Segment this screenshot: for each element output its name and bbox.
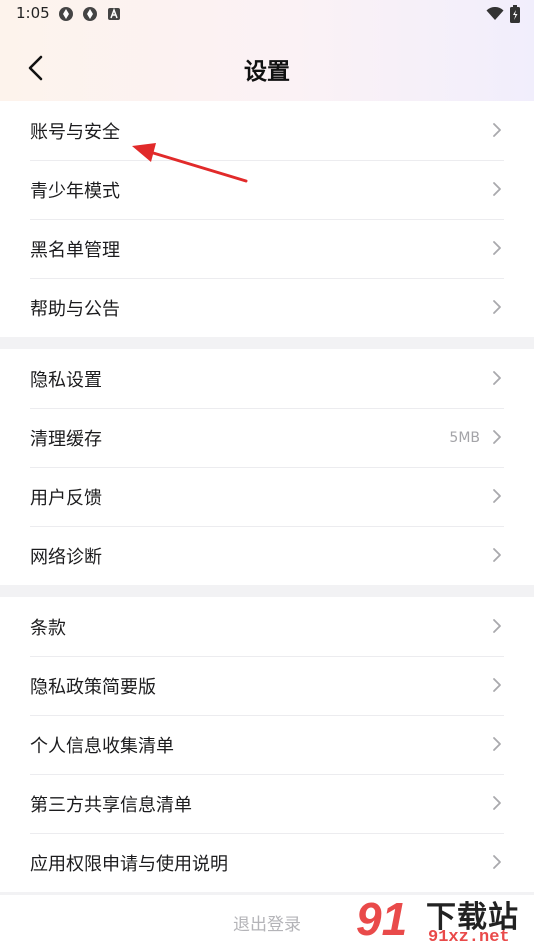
settings-group-legal: 条款 隐私政策简要版 个人信息收集清单 第三方共享信息清单 应用权限申请与使用说… xyxy=(0,597,534,892)
settings-item-label: 账号与安全 xyxy=(30,121,120,143)
settings-item-help[interactable]: 帮助与公告 xyxy=(0,278,534,337)
settings-item-label: 个人信息收集清单 xyxy=(30,735,174,757)
chevron-right-icon xyxy=(493,855,501,869)
settings-item-third-party-sharing[interactable]: 第三方共享信息清单 xyxy=(0,774,534,833)
settings-item-label: 用户反馈 xyxy=(30,487,102,509)
status-bar: 1:05 xyxy=(0,0,534,28)
status-system-icons xyxy=(486,5,520,23)
settings-item-privacy-policy-brief[interactable]: 隐私政策简要版 xyxy=(0,656,534,715)
chevron-right-icon xyxy=(493,737,501,751)
chevron-right-icon xyxy=(493,300,501,314)
chevron-right-icon xyxy=(493,796,501,810)
settings-item-terms[interactable]: 条款 xyxy=(0,597,534,656)
settings-item-label: 帮助与公告 xyxy=(30,298,120,320)
chevron-right-icon xyxy=(493,548,501,562)
chevron-right-icon xyxy=(493,123,501,137)
settings-item-privacy[interactable]: 隐私设置 xyxy=(0,349,534,408)
chevron-right-icon xyxy=(493,371,501,385)
cache-size-value: 5MB xyxy=(449,429,480,446)
app-notification-icon xyxy=(83,7,97,21)
settings-item-label: 黑名单管理 xyxy=(30,239,120,261)
chevron-right-icon xyxy=(493,619,501,633)
settings-item-network-diagnosis[interactable]: 网络诊断 xyxy=(0,526,534,585)
settings-item-teen-mode[interactable]: 青少年模式 xyxy=(0,160,534,219)
watermark-url: 91xz.net xyxy=(428,928,510,947)
settings-item-label: 条款 xyxy=(30,617,66,639)
page-title: 设置 xyxy=(244,59,290,85)
status-time: 1:05 xyxy=(16,4,50,22)
settings-item-clear-cache[interactable]: 清理缓存 5MB xyxy=(0,408,534,467)
logout-label: 退出登录 xyxy=(233,915,301,935)
chevron-right-icon xyxy=(493,241,501,255)
battery-icon xyxy=(510,5,520,23)
status-notification-icons xyxy=(58,6,122,22)
settings-item-app-permissions[interactable]: 应用权限申请与使用说明 xyxy=(0,833,534,892)
settings-group-privacy: 隐私设置 清理缓存 5MB 用户反馈 网络诊断 xyxy=(0,349,534,585)
settings-item-label: 应用权限申请与使用说明 xyxy=(30,853,228,875)
settings-item-label: 隐私设置 xyxy=(30,369,102,391)
settings-item-label: 隐私政策简要版 xyxy=(30,676,156,698)
settings-item-personal-info-list[interactable]: 个人信息收集清单 xyxy=(0,715,534,774)
settings-group-account: 账号与安全 青少年模式 黑名单管理 帮助与公告 xyxy=(0,101,534,337)
settings-item-account-security[interactable]: 账号与安全 xyxy=(0,101,534,160)
chevron-right-icon xyxy=(493,489,501,503)
settings-item-label: 第三方共享信息清单 xyxy=(30,794,192,816)
settings-item-label: 青少年模式 xyxy=(30,180,120,202)
font-notification-icon xyxy=(108,7,120,20)
settings-item-label: 清理缓存 xyxy=(30,428,102,450)
settings-item-label: 网络诊断 xyxy=(30,546,102,568)
settings-item-blacklist[interactable]: 黑名单管理 xyxy=(0,219,534,278)
chevron-right-icon xyxy=(493,678,501,692)
app-notification-icon xyxy=(59,7,73,21)
chevron-right-icon xyxy=(493,430,501,444)
watermark-logo: 91 下载站 91xz.net xyxy=(354,890,534,950)
navigation-bar: 设置 xyxy=(0,38,534,98)
watermark-number: 91 xyxy=(356,893,408,945)
settings-item-feedback[interactable]: 用户反馈 xyxy=(0,467,534,526)
chevron-right-icon xyxy=(493,182,501,196)
wifi-icon xyxy=(486,7,504,20)
